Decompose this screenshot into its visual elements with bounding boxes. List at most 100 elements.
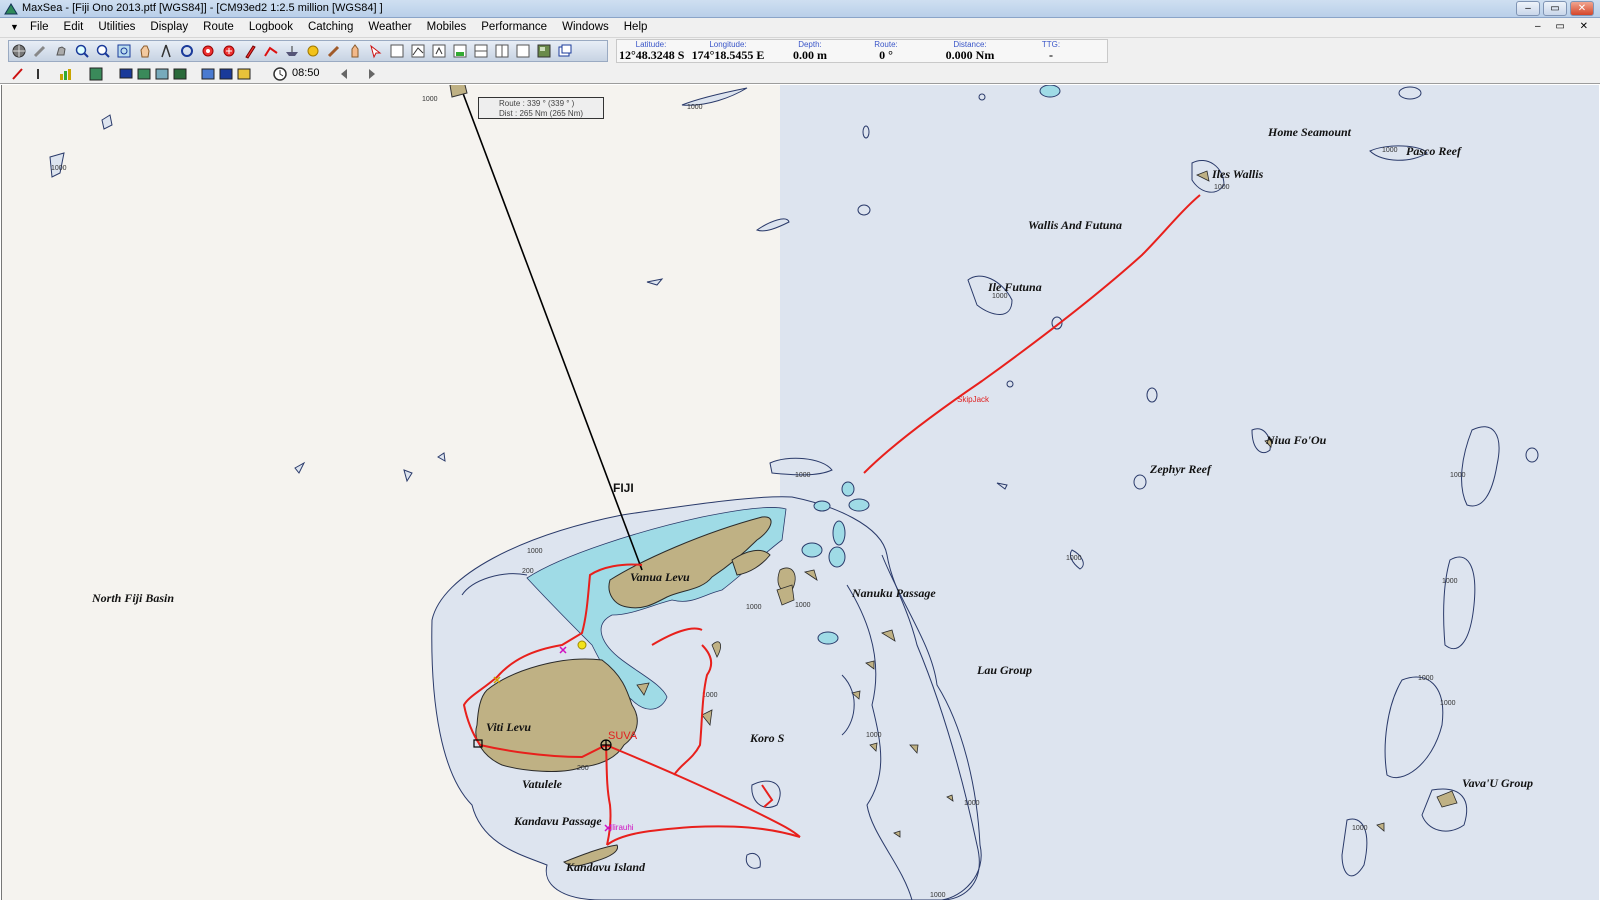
layout-d-icon[interactable] [513, 41, 533, 61]
depth-number: 1000 [1066, 555, 1082, 562]
mark-icon[interactable] [219, 41, 239, 61]
screen-icon[interactable] [154, 66, 170, 82]
depth-number: 1000 [1450, 472, 1466, 479]
ttg-readout: TTG: - [1033, 40, 1069, 62]
text-icon[interactable] [429, 41, 449, 61]
nautical-chart[interactable]: 1000 1000 1000 1000 1000 1000 1000 1000 … [2, 85, 1599, 900]
step-back-icon[interactable] [336, 66, 352, 82]
label-kandavu-passage: Kandavu Passage [514, 814, 602, 828]
longitude-readout: Longitude: 174°18.5455 E [689, 40, 767, 62]
grid-icon[interactable] [136, 66, 152, 82]
maximize-button[interactable]: ▭ [1543, 1, 1567, 16]
mdi-window-controls[interactable]: – ▭ ✕ [1535, 21, 1594, 32]
label-wallis-futuna: Wallis And Futuna [1028, 218, 1123, 232]
menu-file[interactable]: File [30, 21, 49, 33]
window-title: MaxSea - [Fiji Ono 2013.ptf [WGS84]] - [… [22, 2, 383, 14]
label-north-fiji-basin: North Fiji Basin [92, 591, 175, 605]
close-button[interactable]: ✕ [1570, 1, 1594, 16]
depth-number: 1000 [866, 732, 882, 739]
label-kandavu-island: Kandavu Island [566, 860, 646, 874]
depth-number: 1000 [746, 604, 762, 611]
label-ile-futuna: Ile Futuna [988, 280, 1042, 294]
edit-track-icon[interactable] [10, 66, 26, 82]
compass-icon[interactable] [156, 41, 176, 61]
system-menu-chevron-icon[interactable]: ▼ [10, 22, 19, 32]
pan-icon[interactable] [135, 41, 155, 61]
zoom-in-icon[interactable] [72, 41, 92, 61]
globe-icon[interactable] [9, 41, 29, 61]
layout-b-icon[interactable] [471, 41, 491, 61]
hand-icon[interactable] [51, 41, 71, 61]
menu-windows[interactable]: Windows [562, 21, 609, 33]
ttg-value: - [1049, 48, 1053, 62]
clock-icon[interactable] [272, 66, 288, 82]
route-tooltip-line1: Route : 339 ° (339 ° ) [499, 99, 575, 108]
depth-number: 1000 [930, 892, 946, 899]
sun-waypoint-icon[interactable] [577, 640, 587, 650]
navigation-readouts: Latitude: 12°48.3248 S Longitude: 174°18… [616, 39, 1108, 63]
menu-catching[interactable]: Catching [308, 21, 353, 33]
brush-icon[interactable] [324, 41, 344, 61]
label-viti-levu: Viti Levu [486, 720, 531, 734]
label-zephyr-reef: Zephyr Reef [1150, 462, 1211, 476]
distance-readout: Distance: 0.000 Nm [935, 40, 1005, 62]
window-icon[interactable] [555, 41, 575, 61]
menu-logbook[interactable]: Logbook [249, 21, 293, 33]
graph-icon[interactable] [387, 41, 407, 61]
label-pasco-reef: Pasco Reef [1406, 144, 1461, 158]
label-suva: SUVA [608, 730, 638, 742]
zoom-fit-icon[interactable] [114, 41, 134, 61]
chart-map-view[interactable]: 1000 1000 1000 1000 1000 1000 1000 1000 … [1, 85, 1599, 900]
menu-utilities[interactable]: Utilities [98, 21, 135, 33]
pencil-icon[interactable] [240, 41, 260, 61]
depth-number: 1000 [1382, 147, 1398, 154]
label-home-seamount: Home Seamount [1268, 125, 1352, 139]
panel-icon[interactable] [408, 41, 428, 61]
chart-icon[interactable] [172, 66, 188, 82]
menu-help[interactable]: Help [624, 21, 648, 33]
pen-icon[interactable] [30, 41, 50, 61]
boat-icon[interactable] [282, 41, 302, 61]
depth-number: 200 [577, 765, 589, 772]
label-skipjack: SkipJack [957, 395, 990, 404]
image-icon[interactable] [236, 66, 252, 82]
layout-a-icon[interactable] [450, 41, 470, 61]
sync-icon[interactable] [218, 66, 234, 82]
photo-icon[interactable] [534, 41, 554, 61]
menu-display[interactable]: Display [150, 21, 188, 33]
latitude-readout: Latitude: 12°48.3248 S [619, 40, 684, 62]
monitor-icon[interactable] [118, 66, 134, 82]
route-value: 0 ° [879, 48, 893, 62]
route-readout: Route: 0 ° [861, 40, 911, 62]
tool-strip [8, 40, 608, 62]
zoom-out-icon[interactable] [93, 41, 113, 61]
depth-number: 1000 [422, 96, 438, 103]
route-icon[interactable] [261, 41, 281, 61]
depth-number: 1000 [964, 800, 980, 807]
menu-mobiles[interactable]: Mobiles [427, 21, 467, 33]
finger-icon[interactable] [345, 41, 365, 61]
measure-icon[interactable] [177, 41, 197, 61]
map-layer-icon[interactable] [88, 66, 104, 82]
select-icon[interactable] [366, 41, 386, 61]
chart-bars-icon[interactable] [58, 66, 74, 82]
route-tooltip: Route : 339 ° (339 ° ) Dist : 265 Nm (26… [478, 97, 604, 119]
layers-icon[interactable] [200, 66, 216, 82]
menu-performance[interactable]: Performance [481, 21, 547, 33]
time-display[interactable]: 08:50 [292, 67, 320, 79]
menu-weather[interactable]: Weather [368, 21, 411, 33]
info-icon[interactable] [30, 66, 46, 82]
layout-c-icon[interactable] [492, 41, 512, 61]
depth-number: 1000 [795, 472, 811, 479]
menu-route[interactable]: Route [203, 21, 234, 33]
step-forward-icon[interactable] [364, 66, 380, 82]
target-icon[interactable] [198, 41, 218, 61]
minimize-button[interactable]: – [1516, 1, 1540, 16]
longitude-value: 174°18.5455 E [691, 48, 765, 62]
menu-edit[interactable]: Edit [64, 21, 84, 33]
depth-value: 0.00 m [793, 48, 827, 62]
planned-route-line [460, 87, 643, 571]
label-vanua-levu: Vanua Levu [630, 570, 690, 584]
duck-icon[interactable] [303, 41, 323, 61]
depth-readout: Depth: 0.00 m [785, 40, 835, 62]
